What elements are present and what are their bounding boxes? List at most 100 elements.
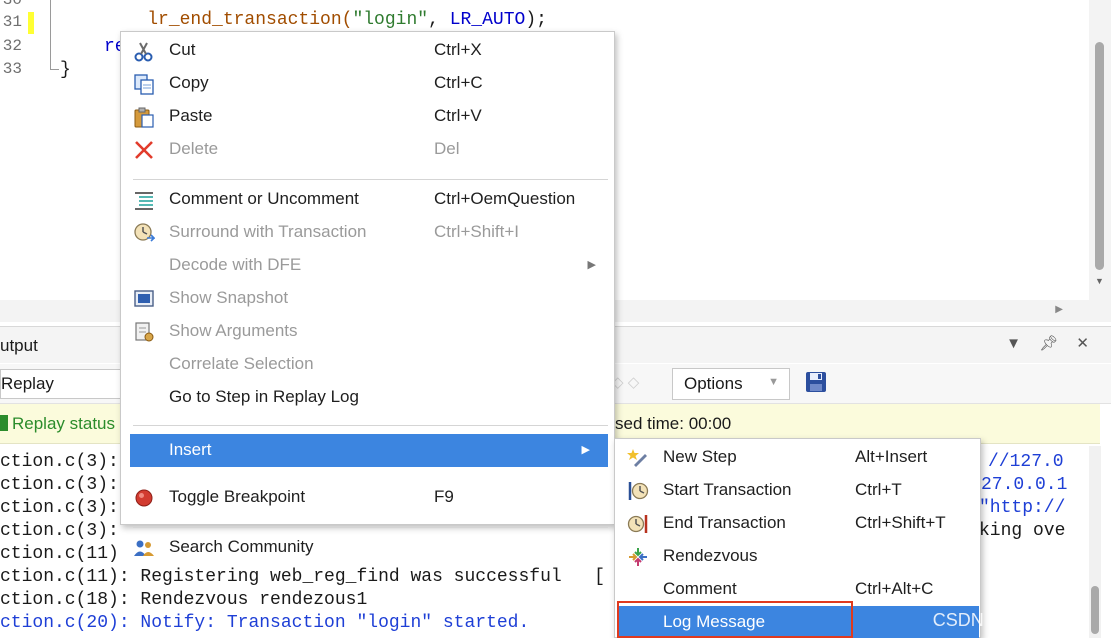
menu-item-shortcut: Ctrl+Alt+C [855, 579, 934, 598]
menu-item-shortcut: Ctrl+V [434, 106, 482, 125]
log-file-ref: ction.c(3): [0, 475, 119, 495]
elapsed-time: sed time: 00:00 [615, 414, 732, 433]
change-marker [28, 12, 34, 34]
community-icon [133, 537, 155, 559]
submenu-arrow-icon: ▶ [587, 259, 596, 271]
editor-vertical-scrollbar[interactable]: ▼ [1089, 0, 1111, 300]
menu-item-delete[interactable]: Delete Del [121, 133, 614, 166]
close-icon[interactable]: ✕ [1076, 335, 1089, 352]
menu-item-shortcut: Ctrl+T [855, 480, 902, 499]
code-function: lr_end_transaction( [147, 10, 353, 30]
menu-item-label: Search Community [169, 537, 314, 556]
output-source-select[interactable]: Replay [0, 369, 125, 399]
scroll-right-arrow-icon[interactable]: ▶ [1055, 304, 1063, 315]
status-indicator-icon [0, 415, 8, 431]
log-line[interactable]: ction.c(18): Rendezvous rendezous1 [0, 590, 367, 610]
line-number: 30 [2, 0, 22, 9]
menu-item-shortcut: Ctrl+OemQuestion [434, 189, 576, 208]
menu-item-paste[interactable]: Paste Ctrl+V [121, 100, 614, 133]
code-constant: LR_AUTO [449, 10, 526, 30]
menu-item-show-snapshot[interactable]: Show Snapshot [121, 282, 614, 315]
menu-item-show-arguments[interactable]: Show Arguments [121, 315, 614, 348]
menu-item-surround-transaction[interactable]: Surround with Transaction Ctrl+Shift+I [121, 216, 614, 249]
log-file-ref: ction.c(3): [0, 498, 119, 518]
menu-item-label: Start Transaction [663, 480, 792, 499]
fold-guide [50, 0, 51, 70]
menu-item-label: Correlate Selection [169, 354, 314, 373]
submenu-item-new-step[interactable]: New Step Alt+Insert [615, 441, 980, 474]
menu-item-goto-step[interactable]: Go to Step in Replay Log [121, 381, 614, 414]
menu-separator [133, 527, 608, 528]
submenu-item-end-transaction[interactable]: End Transaction Ctrl+Shift+T [615, 507, 980, 540]
menu-separator [133, 425, 608, 426]
menu-separator [133, 179, 608, 180]
menu-item-shortcut: Ctrl+Shift+T [855, 513, 946, 532]
menu-item-shortcut: Ctrl+C [434, 73, 483, 92]
log-overflow-text: 27.0.0.1 [981, 475, 1068, 495]
log-file-ref: ction.c(18): [0, 590, 130, 610]
menu-item-label: Delete [169, 139, 219, 158]
pin-icon[interactable]: 📌︎ [1039, 335, 1058, 352]
code-line-33[interactable]: } [60, 60, 71, 80]
menu-item-search-community[interactable]: Search Community [121, 531, 614, 564]
annotation-highlight-box [617, 601, 853, 638]
output-panel-title: utput [0, 336, 38, 355]
line-number: 33 [2, 60, 22, 78]
watermark: CSDN @明天不吃。 [932, 610, 1097, 630]
log-line[interactable]: ction.c(3): [0, 498, 119, 518]
options-dropdown-button[interactable]: Options ▼ [672, 368, 790, 400]
save-icon[interactable] [804, 370, 828, 399]
menu-item-label: Insert [169, 440, 212, 459]
new-step-icon [627, 447, 649, 469]
scrollbar-thumb[interactable] [1095, 42, 1104, 270]
menu-item-label: End Transaction [663, 513, 786, 532]
code-separator: , [428, 10, 450, 30]
menu-item-cut[interactable]: Cut Ctrl+X [121, 34, 614, 67]
panel-dropdown-icon[interactable]: ▼ [1006, 335, 1021, 352]
menu-item-label: Go to Step in Replay Log [169, 387, 359, 406]
log-file-ref: ction.c(3): [0, 521, 119, 541]
end-transaction-icon [627, 513, 649, 535]
log-line[interactable]: ction.c(3): [0, 521, 119, 541]
code-end: ); [525, 10, 547, 30]
log-line[interactable]: ction.c(3): [0, 475, 119, 495]
log-file-ref: ction.c(11) [0, 544, 119, 564]
menu-item-correlate-selection[interactable]: Correlate Selection [121, 348, 614, 381]
log-message: Rendezvous rendezous1 [129, 590, 368, 610]
log-overflow-text: "http:// [979, 498, 1066, 518]
menu-item-label: New Step [663, 447, 737, 466]
menu-item-insert[interactable]: Insert ▶ [130, 434, 608, 467]
arguments-icon [133, 321, 155, 343]
menu-item-label: Paste [169, 106, 213, 125]
scroll-down-arrow-icon[interactable]: ▼ [1095, 276, 1104, 286]
submenu-item-rendezvous[interactable]: Rendezvous [615, 540, 980, 573]
snapshot-icon [133, 288, 155, 310]
submenu-arrow-icon: ▶ [581, 444, 590, 456]
log-message: Notify: Transaction "login" started. [129, 613, 530, 633]
log-navigation-arrows[interactable]: ◇ ◇ [612, 373, 639, 391]
menu-item-toggle-breakpoint[interactable]: Toggle Breakpoint F9 [121, 481, 614, 514]
menu-item-shortcut: Ctrl+X [434, 40, 482, 59]
log-line[interactable]: ction.c(20): Notify: Transaction "login"… [0, 613, 529, 633]
log-file-ref: ction.c(11): [0, 567, 130, 587]
log-line[interactable]: ction.c(3): [0, 452, 119, 472]
menu-item-label: Decode with DFE [169, 255, 302, 274]
line-number: 32 [2, 37, 22, 55]
panel-controls: ▼ 📌︎ ✕ [992, 334, 1089, 352]
log-file-ref: ction.c(3): [0, 452, 119, 472]
replay-status: Replay status [0, 414, 115, 434]
menu-item-label: Show Arguments [169, 321, 298, 340]
transaction-clock-icon [133, 222, 156, 244]
line-number-gutter: 30 31 32 33 [0, 0, 24, 300]
menu-item-shortcut: F9 [434, 487, 454, 506]
log-line[interactable]: ction.c(11): Registering web_reg_find wa… [0, 567, 605, 587]
submenu-item-start-transaction[interactable]: Start Transaction Ctrl+T [615, 474, 980, 507]
menu-item-label: Copy [169, 73, 209, 92]
menu-item-label: Toggle Breakpoint [169, 487, 306, 506]
menu-item-comment-uncomment[interactable]: Comment or Uncomment Ctrl+OemQuestion [121, 183, 614, 216]
menu-item-decode-dfe[interactable]: Decode with DFE ▶ [121, 249, 614, 282]
menu-item-label: Cut [169, 40, 196, 59]
menu-item-label: Comment or Uncomment [169, 189, 359, 208]
menu-item-copy[interactable]: Copy Ctrl+C [121, 67, 614, 100]
log-line[interactable]: ction.c(11) [0, 544, 119, 564]
